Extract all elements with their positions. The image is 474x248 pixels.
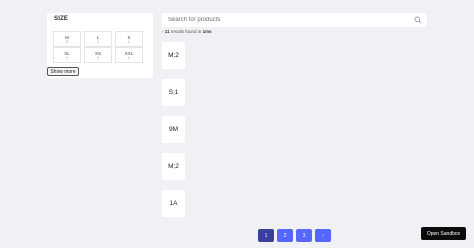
open-sandbox-button[interactable]: Open Sandbox — [421, 227, 466, 240]
size-option-m[interactable]: M 2 — [53, 31, 81, 47]
size-option-s[interactable]: S 1 — [115, 31, 143, 47]
page-button-1[interactable]: 1 — [258, 229, 274, 242]
search-input[interactable] — [168, 13, 408, 27]
size-option-l[interactable]: L 1 — [84, 31, 112, 47]
size-grid: M 2 L 1 S 1 XL 1 XS 1 XXL 1 — [53, 31, 143, 63]
next-page-button[interactable]: › — [315, 229, 331, 242]
stats-time: 1ms — [202, 29, 212, 34]
size-option-count: 2 — [66, 39, 68, 44]
stats-prefix: › — [162, 29, 164, 34]
stats-text: results found in — [170, 29, 202, 34]
size-filter-title: SIZE — [54, 16, 69, 22]
page-button-3[interactable]: 3 — [296, 229, 312, 242]
show-more-button[interactable]: Show more — [47, 67, 79, 76]
page-button-2[interactable]: 2 — [277, 229, 293, 242]
size-option-count: 1 — [128, 39, 130, 44]
size-option-xxl[interactable]: XXL 1 — [115, 47, 143, 63]
size-option-count: 1 — [66, 55, 68, 60]
hit-card[interactable]: S;1 — [162, 79, 185, 106]
search-stats: › 11 results found in 1ms — [162, 29, 212, 34]
search-icon[interactable] — [414, 16, 422, 24]
search-box — [162, 13, 427, 27]
size-option-xl[interactable]: XL 1 — [53, 47, 81, 63]
hit-card[interactable]: M;2 — [162, 153, 185, 180]
hit-card[interactable]: M;2 — [162, 42, 185, 69]
size-option-xs[interactable]: XS 1 — [84, 47, 112, 63]
size-option-count: 1 — [97, 39, 99, 44]
stats-count: 11 — [164, 29, 170, 34]
hit-card[interactable]: 9M — [162, 116, 185, 143]
size-option-count: 1 — [128, 55, 130, 60]
hit-card[interactable]: 1A — [162, 190, 185, 217]
size-option-count: 1 — [97, 55, 99, 60]
